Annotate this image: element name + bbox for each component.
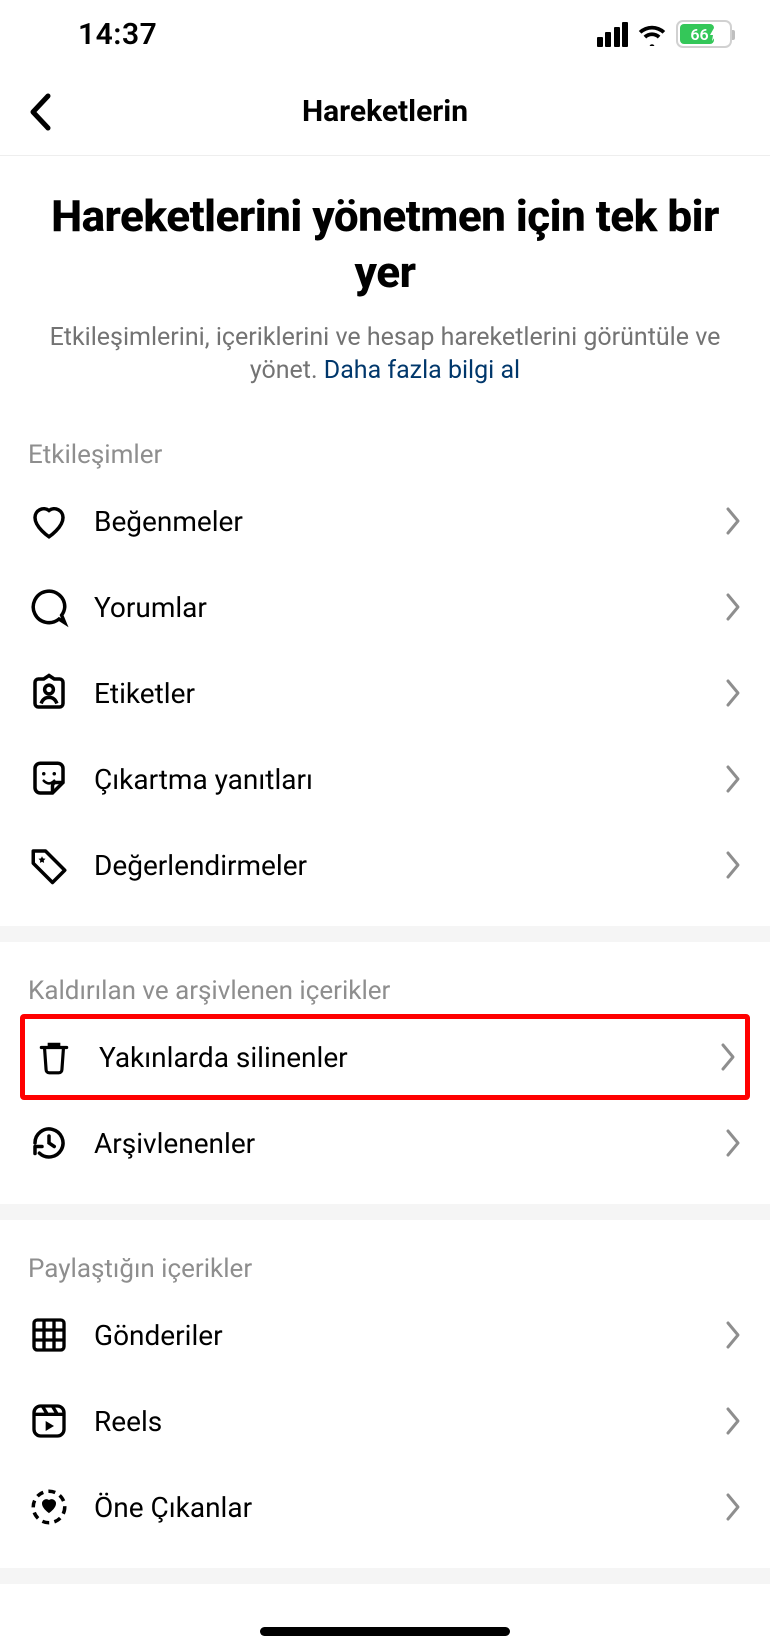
status-bar: 14:37 66 bbox=[0, 0, 770, 68]
row-posts[interactable]: Gönderiler bbox=[0, 1292, 770, 1378]
chevron-right-icon bbox=[719, 1042, 737, 1072]
chevron-left-icon bbox=[28, 93, 52, 131]
status-time: 14:37 bbox=[78, 17, 157, 52]
sticker-icon bbox=[28, 758, 70, 800]
row-tags[interactable]: Etiketler bbox=[0, 650, 770, 736]
chevron-right-icon bbox=[724, 1406, 742, 1436]
history-icon bbox=[28, 1122, 70, 1164]
navbar: Hareketlerin bbox=[0, 68, 770, 156]
row-highlights[interactable]: Öne Çıkanlar bbox=[0, 1464, 770, 1550]
row-likes[interactable]: Beğenmeler bbox=[0, 478, 770, 564]
hero-subtitle: Etkileşimlerini, içeriklerini ve hesap h… bbox=[34, 321, 736, 389]
home-indicator[interactable] bbox=[260, 1627, 510, 1636]
section-header-interactions: Etkileşimler bbox=[0, 406, 770, 478]
row-reviews[interactable]: Değerlendirmeler bbox=[0, 822, 770, 908]
row-label: Yakınlarda silinenler bbox=[99, 1041, 695, 1074]
wifi-icon bbox=[637, 22, 667, 46]
battery-percent: 66 bbox=[690, 25, 708, 44]
back-button[interactable] bbox=[18, 90, 62, 134]
status-indicators: 66 bbox=[597, 20, 733, 48]
row-label: Beğenmeler bbox=[94, 505, 700, 538]
row-label: Değerlendirmeler bbox=[94, 849, 700, 882]
row-archived[interactable]: Arşivlenenler bbox=[0, 1100, 770, 1186]
trash-icon bbox=[33, 1036, 75, 1078]
chevron-right-icon bbox=[724, 1128, 742, 1158]
row-comments[interactable]: Yorumlar bbox=[0, 564, 770, 650]
row-label: Etiketler bbox=[94, 677, 700, 710]
section-divider bbox=[0, 926, 770, 942]
tag-star-icon bbox=[28, 844, 70, 886]
section-header-shared: Paylaştığın içerikler bbox=[0, 1220, 770, 1292]
row-label: Gönderiler bbox=[94, 1319, 700, 1352]
row-reels[interactable]: Reels bbox=[0, 1378, 770, 1464]
chevron-right-icon bbox=[724, 1320, 742, 1350]
highlights-icon bbox=[28, 1486, 70, 1528]
row-recently-deleted[interactable]: Yakınlarda silinenler bbox=[20, 1014, 750, 1100]
section-header-removed: Kaldırılan ve arşivlenen içerikler bbox=[0, 942, 770, 1014]
reels-icon bbox=[28, 1400, 70, 1442]
page-title: Hareketlerin bbox=[302, 94, 468, 129]
heart-icon bbox=[28, 500, 70, 542]
grid-icon bbox=[28, 1314, 70, 1356]
hero: Hareketlerini yönetmen için tek bir yer … bbox=[0, 156, 770, 406]
chevron-right-icon bbox=[724, 850, 742, 880]
row-label: Çıkartma yanıtları bbox=[94, 763, 700, 796]
chevron-right-icon bbox=[724, 764, 742, 794]
row-label: Öne Çıkanlar bbox=[94, 1491, 700, 1524]
chevron-right-icon bbox=[724, 592, 742, 622]
comment-icon bbox=[28, 586, 70, 628]
section-divider bbox=[0, 1568, 770, 1584]
battery-icon: 66 bbox=[676, 20, 732, 48]
tag-person-icon bbox=[28, 672, 70, 714]
chevron-right-icon bbox=[724, 1492, 742, 1522]
row-sticker-replies[interactable]: Çıkartma yanıtları bbox=[0, 736, 770, 822]
row-label: Reels bbox=[94, 1405, 700, 1438]
section-divider bbox=[0, 1204, 770, 1220]
cellular-signal-icon bbox=[597, 22, 629, 47]
chevron-right-icon bbox=[724, 506, 742, 536]
row-label: Arşivlenenler bbox=[94, 1127, 700, 1160]
chevron-right-icon bbox=[724, 678, 742, 708]
learn-more-link[interactable]: Daha fazla bilgi al bbox=[324, 356, 520, 385]
row-label: Yorumlar bbox=[94, 591, 700, 624]
hero-title: Hareketlerini yönetmen için tek bir yer bbox=[34, 188, 736, 301]
